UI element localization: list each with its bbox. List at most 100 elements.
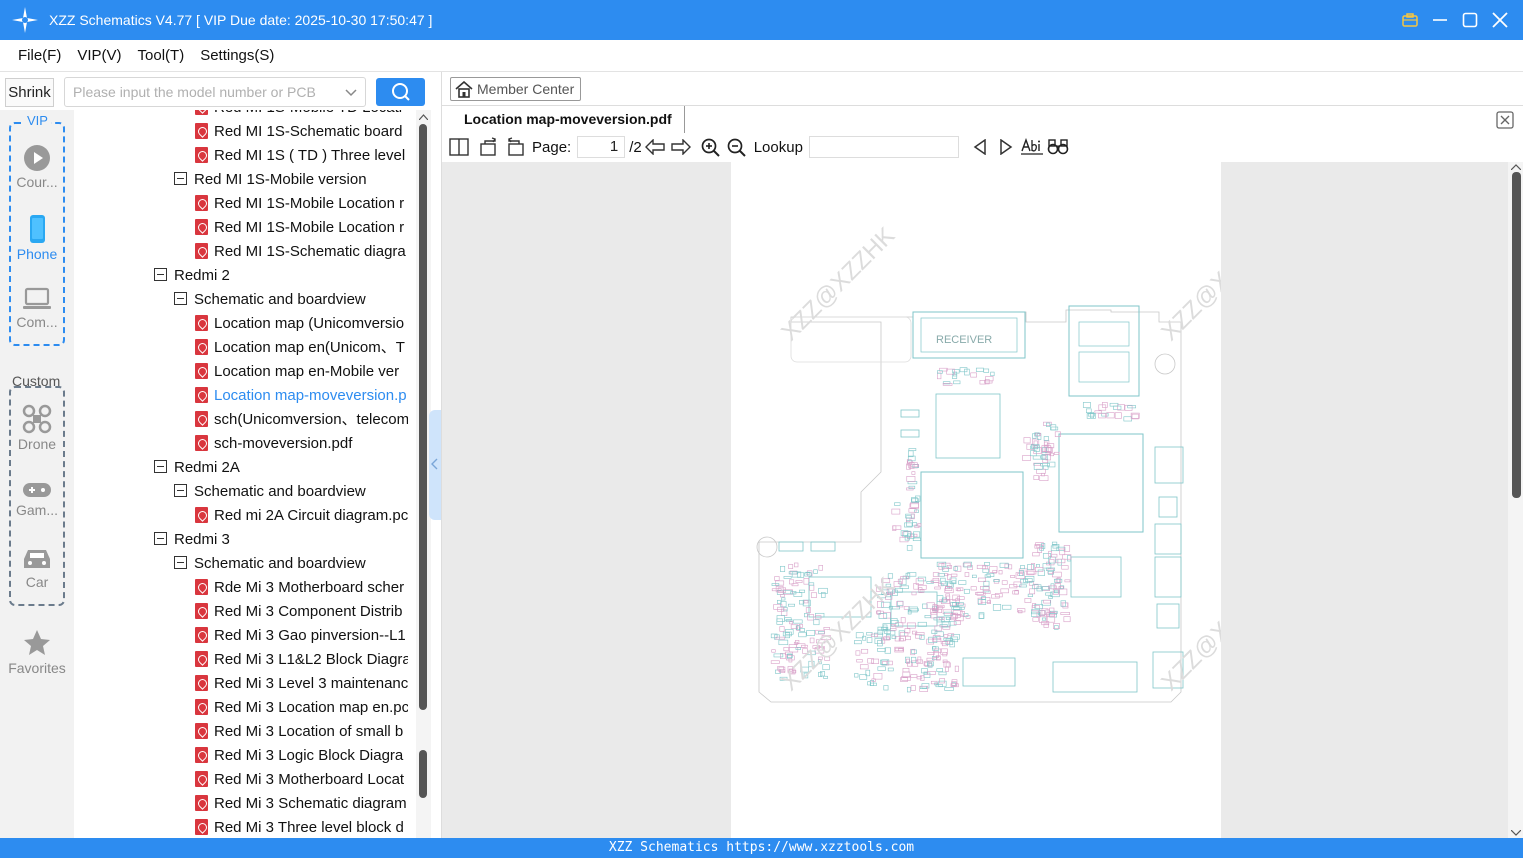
tree-file-item[interactable]: Red MI 1S-Mobile Location r [195,192,408,216]
viewer-scroll-thumb[interactable] [1512,172,1521,498]
tree-file-item[interactable]: Location map en-Mobile ver [195,360,408,384]
tree-file-item[interactable]: Red Mi 3 Schematic diagram [195,792,408,816]
rotate-left-icon[interactable] [504,136,526,158]
smd-component [1054,589,1060,594]
collapse-toggle-icon[interactable] [154,460,167,473]
maximize-button[interactable] [1461,11,1479,29]
viewer-scrollbar[interactable] [1508,162,1523,838]
scroll-up-icon[interactable] [1511,164,1521,170]
tree-file-item[interactable]: Red Mi 3 Component Distrib [195,600,408,624]
collapse-panel-handle[interactable] [429,410,441,520]
tree-file-item[interactable]: Red MI 1S-Schematic board [195,120,408,144]
pdf-viewer[interactable]: RECEIVER XZZ@XZZHK XZZ@XZZHK XZZ@XZZHK XZZ@X… [442,162,1523,838]
tree-folder-item[interactable]: Redmi 2A [154,456,408,480]
rail-item-phone[interactable]: Phone [0,214,74,262]
rail-item-favorites[interactable]: Favorites [0,628,74,676]
rail-item-drone[interactable]: Drone [0,404,74,452]
tree-folder-item[interactable]: Schematic and boardview [174,480,408,504]
tree-scroll-thumb[interactable] [419,124,427,710]
tree-scroll-thumb-secondary[interactable] [419,750,427,798]
briefcase-icon[interactable] [1401,11,1419,29]
smd-component [818,565,823,571]
minimize-button[interactable] [1431,11,1449,29]
close-button[interactable] [1491,11,1509,29]
shrink-button[interactable]: Shrink [5,78,54,107]
find-next-icon[interactable] [995,136,1017,158]
tree-folder-item[interactable]: Redmi 3 [154,528,408,552]
tree-file-item[interactable]: Red MI 1S-Schematic diagra [195,240,408,264]
menu-tool[interactable]: Tool(T) [138,47,185,64]
smd-component [1060,602,1069,607]
tree-file-item[interactable]: Rde Mi 3 Motherboard scher [195,576,408,600]
menu-settings[interactable]: Settings(S) [200,47,274,64]
lookup-input[interactable] [808,136,959,158]
pdf-file-icon [195,627,208,643]
find-previous-icon[interactable] [969,136,991,158]
zoom-in-icon[interactable] [700,136,722,158]
tree-file-item[interactable]: Red mi 2A Circuit diagram.pc [195,504,408,528]
rail-item-car[interactable]: Car [0,546,74,590]
sidebar-toggle-icon[interactable] [448,136,470,158]
collapse-toggle-icon[interactable] [174,172,187,185]
tree-folder-item[interactable]: Red MI 1S-Mobile version [174,168,408,192]
tree-file-item[interactable]: sch(Unicomversion、telecom [195,408,408,432]
smd-component [951,682,956,686]
tree-file-item[interactable]: Red Mi 3 Location map en.pc [195,696,408,720]
pdf-file-icon [195,315,208,331]
smd-component [894,502,901,506]
search-button[interactable] [376,78,425,106]
tree-file-item[interactable]: Red Mi 3 Location of small b [195,720,408,744]
smd-component [813,619,820,626]
tree-file-item[interactable]: Location map en(Unicom、T [195,336,408,360]
tree-file-item[interactable]: Red Mi 3 Gao pinversion--L1 [195,624,408,648]
match-case-icon[interactable] [1020,136,1043,158]
smd-component [1017,573,1023,576]
smd-component [952,369,960,374]
smd-component [907,481,918,485]
rail-item-computer[interactable]: Com... [0,286,74,330]
find-all-icon[interactable] [1047,136,1069,158]
rail-item-games[interactable]: Gam... [0,480,74,518]
rotate-right-icon[interactable] [478,136,500,158]
close-tab-icon[interactable] [1496,111,1514,129]
smd-component [810,541,836,552]
tree-file-item[interactable]: Red MI 1S-Mobile Location r [195,216,408,240]
page-number-input[interactable]: 1 [577,136,626,158]
prev-page-icon[interactable] [644,136,666,158]
tree-folder-item[interactable]: Redmi 2 [154,264,408,288]
rail-item-courses[interactable]: Cour... [0,144,74,190]
member-center-button[interactable]: Member Center [450,77,582,101]
tree-file-item[interactable]: Red Mi 3 Level 3 maintenanc [195,672,408,696]
chevron-down-icon[interactable] [345,86,357,98]
smd-component [950,573,958,577]
tree-file-item[interactable]: Red Mi 3 Motherboard Locat [195,768,408,792]
collapse-toggle-icon[interactable] [174,292,187,305]
tree-file-item[interactable]: Red MI 1S-Mobile TD Locati [195,110,408,120]
zoom-out-icon[interactable] [726,136,748,158]
next-page-icon[interactable] [670,136,692,158]
smd-component [1010,575,1016,578]
tree-file-item[interactable]: Red Mi 3 L1&L2 Block Diagra [195,648,408,672]
scroll-up-icon[interactable] [419,114,428,120]
document-tab[interactable]: Location map-moveversion.pdf [452,106,685,133]
tree-file-item[interactable]: sch-moveversion.pdf [195,432,408,456]
tree-item-label: Location map (Unicomversio [214,315,405,332]
menu-vip[interactable]: VIP(V) [77,47,121,64]
tree-file-item[interactable]: Location map-moveversion.p [195,384,408,408]
scroll-down-icon[interactable] [1511,830,1521,836]
collapse-toggle-icon[interactable] [174,484,187,497]
tree-file-item[interactable]: Red Mi 3 Logic Block Diagra [195,744,408,768]
tree-file-item[interactable]: Red MI 1S ( TD ) Three level [195,144,408,168]
collapse-toggle-icon[interactable] [154,532,167,545]
collapse-toggle-icon[interactable] [174,556,187,569]
model-search-input[interactable]: Please input the model number or PCB [64,77,366,107]
connector [962,657,1016,687]
tree-file-item[interactable]: Red Mi 3 Three level block d [195,816,408,838]
collapse-toggle-icon[interactable] [154,268,167,281]
smd-component [784,632,790,639]
tree-folder-item[interactable]: Schematic and boardview [174,552,408,576]
tree-file-item[interactable]: Location map (Unicomversio [195,312,408,336]
tree-folder-item[interactable]: Schematic and boardview [174,288,408,312]
menu-file[interactable]: File(F) [18,47,61,64]
smd-component [1043,623,1049,628]
